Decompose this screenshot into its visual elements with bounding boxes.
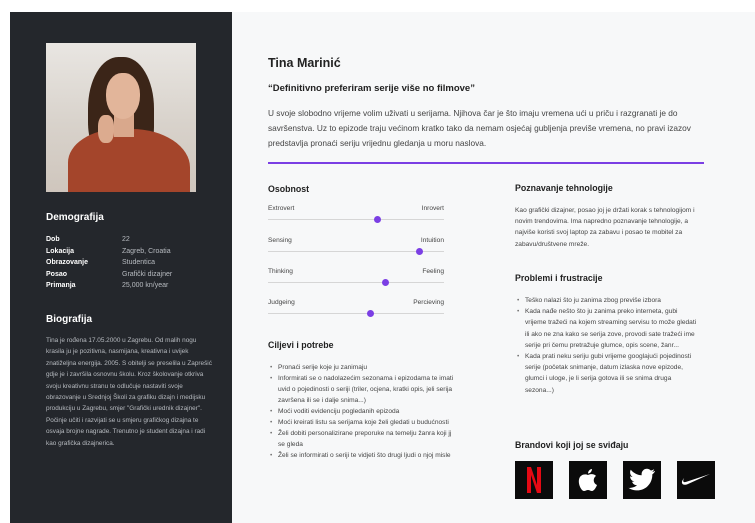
demographics-list: Dob 22 Lokacija Zagreb, Croatia Obrazovanj… — [46, 234, 172, 292]
slider-marker — [373, 216, 381, 223]
apple-logo-icon — [569, 461, 607, 499]
list-item: Želi dobiti personalizirane preporuke na… — [268, 428, 458, 450]
personality-slider-extrovert: Extrovert Inrovert — [268, 205, 444, 225]
brands-title: Brandovi koji joj se sviđaju — [515, 440, 629, 450]
demographics-row: Posao Grafički dizajner — [46, 270, 173, 278]
list-item: Kada nađe nešto što ju zanima preko inte… — [515, 306, 697, 351]
list-item: Moći kreirati listu sa serijama koje žel… — [268, 417, 458, 428]
list-item: Teško nalazi što ju zanima zbog previše … — [515, 295, 697, 306]
list-item: Kada prati neku seriju gubi vrijeme goog… — [515, 351, 697, 396]
demographics-row: Primanja 25,000 kn/year — [46, 282, 169, 289]
problems-title: Problemi i frustracije — [515, 273, 603, 283]
problems-list: Teško nalazi što ju zanima zbog previše … — [515, 295, 697, 396]
main-content: Tina Marinić “Definitivno preferiram ser… — [232, 12, 755, 523]
profile-photo — [46, 43, 196, 192]
sidebar: Demografija Dob 22 Lokacija Zagreb, Croati… — [10, 12, 232, 523]
personality-slider-thinking: Thinking Feeling — [268, 268, 444, 288]
twitter-logo-icon — [623, 461, 661, 499]
demographics-row: Dob 22 — [46, 236, 130, 243]
biography-title: Biografija — [46, 314, 93, 325]
accent-divider — [268, 162, 704, 164]
tech-text: Kao grafički dizajner, posao joj je drža… — [515, 207, 695, 248]
persona-quote: “Definitivno preferiram serije više no f… — [268, 83, 475, 94]
slider-marker — [415, 248, 423, 255]
list-item: Moći voditi evidenciju pogledanih epizod… — [268, 406, 458, 417]
brands-row — [515, 461, 715, 499]
slider-marker — [366, 310, 374, 317]
demographics-row: Obrazovanje Studentica — [46, 259, 156, 266]
goals-list: Pronaći serije koje ju zanimaju Informir… — [268, 362, 458, 461]
nike-logo-icon — [677, 461, 715, 499]
slider-marker — [382, 279, 390, 286]
list-item: Želi se informirati o seriji te vidjeti … — [268, 450, 458, 461]
persona-card: Demografija Dob 22 Lokacija Zagreb, Croati… — [0, 0, 755, 523]
persona-intro: U svoje slobodno vrijeme volim uživati u… — [268, 108, 691, 148]
personality-slider-sensing: Sensing Intuition — [268, 237, 444, 257]
demographics-title: Demografija — [46, 212, 104, 223]
goals-title: Ciljevi i potrebe — [268, 340, 334, 350]
personality-title: Osobnost — [268, 184, 310, 194]
list-item: Pronaći serije koje ju zanimaju — [268, 362, 458, 373]
persona-name: Tina Marinić — [268, 56, 341, 70]
tech-title: Poznavanje tehnologije — [515, 183, 613, 193]
demographics-row: Lokacija Zagreb, Croatia — [46, 247, 171, 255]
list-item: Informirati se o nadolazećim sezonama i … — [268, 373, 458, 406]
biography-text: Tina je rođena 17.05.2000 u Zagrebu. Od … — [46, 337, 212, 447]
netflix-logo-icon — [515, 461, 553, 499]
personality-slider-judgeing: Judgeing Percieving — [268, 299, 444, 319]
